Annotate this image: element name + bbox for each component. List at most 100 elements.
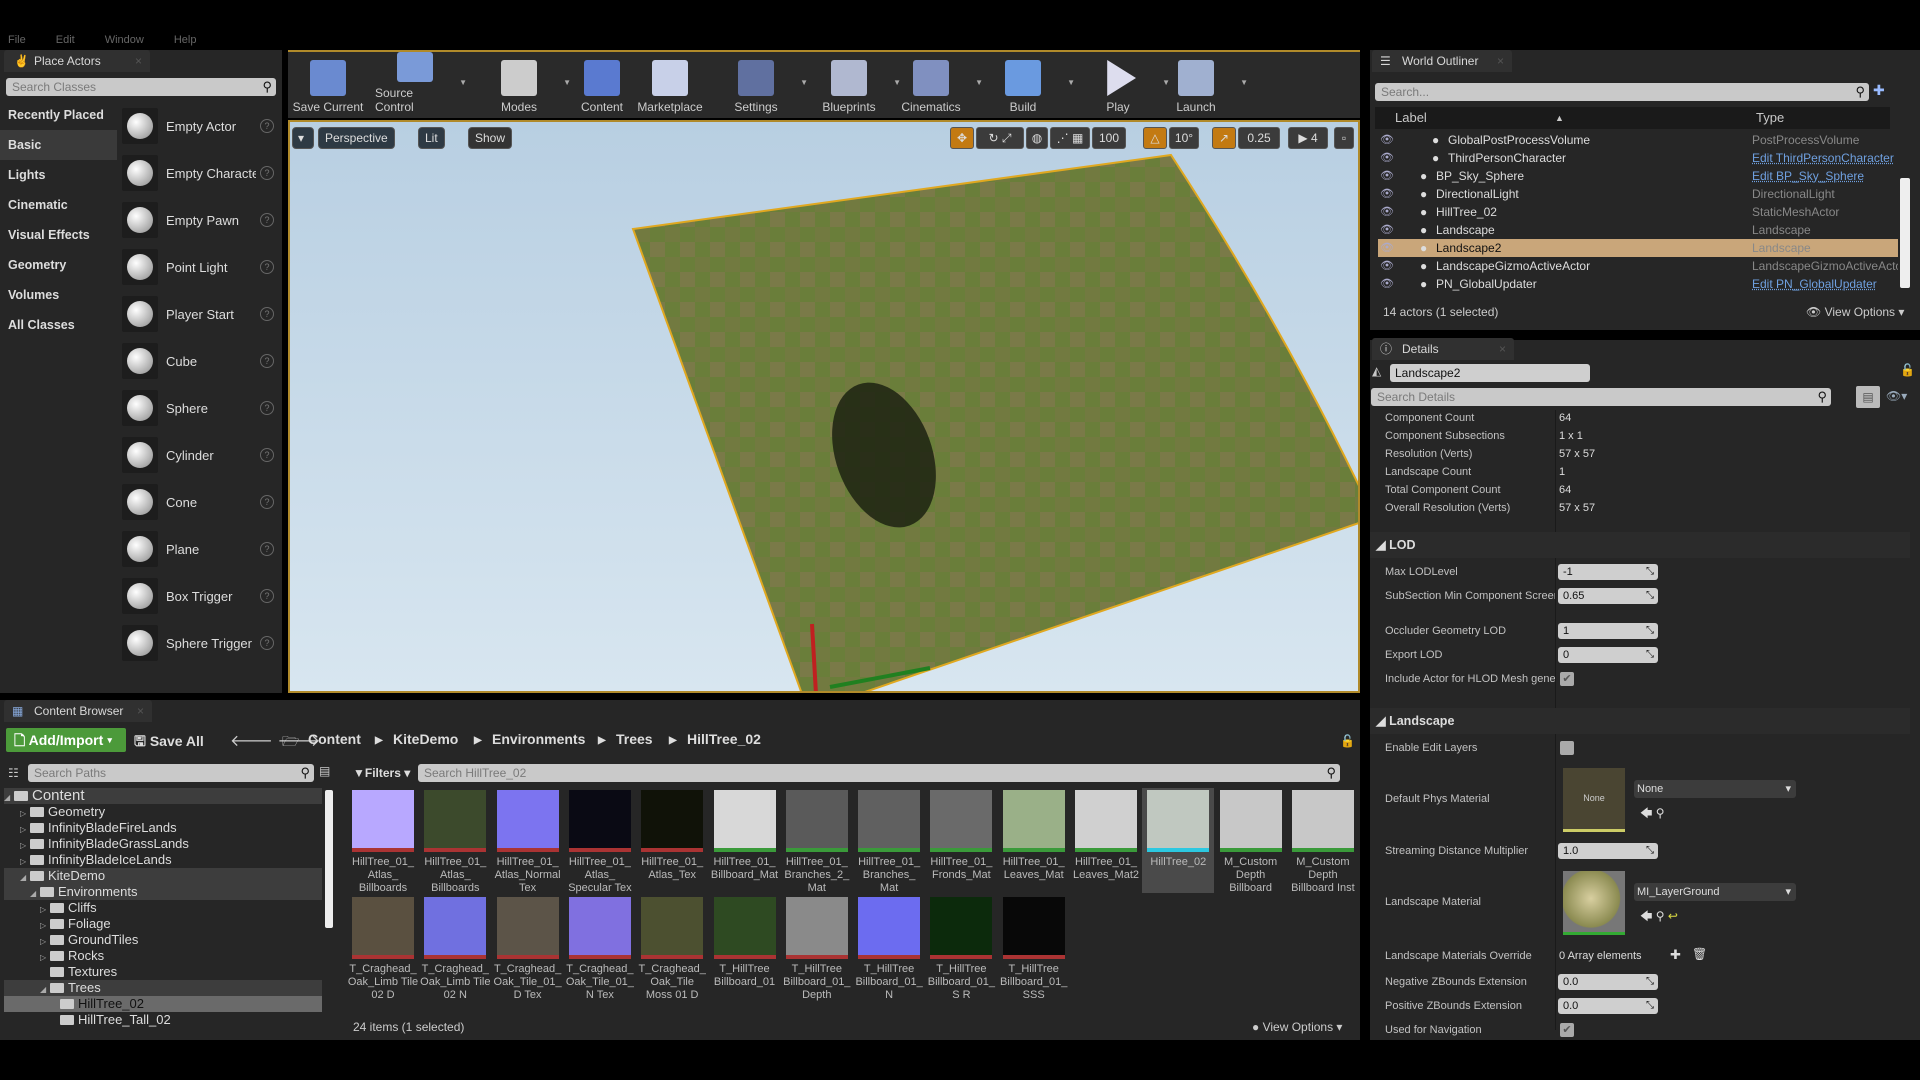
help-icon[interactable]: ? xyxy=(260,589,274,603)
modes-button[interactable]: Modes ▼ xyxy=(479,52,571,114)
folder-item[interactable]: ▷ Rocks xyxy=(4,948,104,964)
asset-tile[interactable]: M_Custom Depth Billboard xyxy=(1215,788,1287,894)
asset-tile[interactable]: T_Craghead_ Oak_Tile_01_ D Tex xyxy=(492,895,564,1007)
breadcrumb-item[interactable]: KiteDemo xyxy=(393,731,458,747)
help-icon[interactable]: ? xyxy=(260,213,274,227)
chevron-right-icon[interactable]: ▶ xyxy=(474,735,482,746)
outliner-row[interactable]: 👁 ● Landscape2 Landscape xyxy=(1378,239,1898,257)
outliner-scrollbar[interactable] xyxy=(1900,178,1910,288)
browse-icons[interactable]: 🡄 ⚲ ↩ xyxy=(1640,907,1678,928)
scale-snap-value[interactable]: 0.25 xyxy=(1238,127,1280,149)
asset-tile[interactable]: T_Craghead_ Oak_Tile_01_ N Tex xyxy=(564,895,636,1007)
folder-item[interactable]: ▷ InfinityBladeIceLands xyxy=(4,852,172,868)
edit-blueprint-link[interactable]: Edit ThirdPersonCharacter xyxy=(1752,149,1898,167)
folder-item[interactable]: ▷ Geometry xyxy=(4,804,105,820)
collapse-sources-icon[interactable]: ☷ xyxy=(8,766,19,780)
asset-tile[interactable]: HillTree_01_ Atlas_ Billboards xyxy=(347,788,419,894)
actor-item[interactable]: Cube? xyxy=(122,340,280,382)
landscape-material-dropdown[interactable]: MI_LayerGround ▾ xyxy=(1634,883,1796,901)
details-search-input[interactable]: Search Details ⚲ xyxy=(1371,388,1831,406)
menu-edit[interactable]: Edit xyxy=(56,34,75,46)
visibility-eye-icon[interactable]: 👁 xyxy=(1380,185,1394,203)
search-paths-input[interactable]: Search Paths ⚲ xyxy=(28,764,314,782)
breadcrumb-item[interactable]: HillTree_02 xyxy=(687,731,761,747)
visibility-eye-icon[interactable]: 👁 xyxy=(1380,167,1394,185)
close-icon[interactable]: × xyxy=(135,50,142,72)
help-icon[interactable]: ? xyxy=(260,354,274,368)
lock-icon[interactable]: 🔓 xyxy=(1340,734,1355,748)
hlod-checkbox[interactable]: ✔ xyxy=(1560,672,1574,686)
paths-scrollbar[interactable] xyxy=(325,790,333,928)
visibility-eye-icon[interactable]: 👁 xyxy=(1380,257,1394,275)
folder-item[interactable]: ▷ Foliage xyxy=(4,916,111,932)
folder-item[interactable]: ▷ GroundTiles xyxy=(4,932,138,948)
grid-snap-value[interactable]: 100 xyxy=(1092,127,1126,149)
viewport-options-button[interactable]: ▾ xyxy=(292,127,314,149)
lod-section-header[interactable]: ◢ LOD xyxy=(1370,532,1910,558)
phys-material-dropdown[interactable]: None ▾ xyxy=(1634,780,1796,798)
use-selected-arrow-icon[interactable]: 🡄 ⚲ xyxy=(1640,804,1665,825)
tab-place-actors[interactable]: ✌ Place Actors × xyxy=(4,50,150,72)
trash-icon[interactable]: 🗑 xyxy=(1692,947,1707,961)
outliner-search-input[interactable]: Search... ⚲ xyxy=(1375,83,1869,101)
visibility-eye-icon[interactable]: 👁 xyxy=(1380,149,1394,167)
marketplace-button[interactable]: Marketplace xyxy=(630,52,710,114)
asset-tile[interactable]: HillTree_01_ Atlas_ Billboards xyxy=(419,788,491,894)
actor-item[interactable]: Point Light? xyxy=(122,246,280,288)
asset-tile[interactable]: HillTree_01_ Branches_ Mat xyxy=(853,788,925,894)
asset-search-input[interactable]: Search HillTree_02 ⚲ xyxy=(418,764,1340,782)
export-lod-input[interactable]: 0 xyxy=(1558,647,1658,663)
asset-tile[interactable]: HillTree_01_ Leaves_Mat2 xyxy=(1070,788,1142,893)
outliner-row[interactable]: 👁 ● Landscape Landscape xyxy=(1378,221,1898,239)
help-icon[interactable]: ? xyxy=(260,636,274,650)
world-local-icon[interactable]: ◍ xyxy=(1026,127,1048,149)
asset-tile[interactable]: T_HillTree Billboard_01_ S R xyxy=(925,895,997,1007)
category-item[interactable]: Visual Effects xyxy=(0,220,117,250)
chevron-down-icon[interactable]: ▼ xyxy=(1240,78,1248,87)
category-item[interactable]: Lights xyxy=(0,160,117,190)
translate-tool-icon[interactable]: ✥ xyxy=(950,127,974,149)
asset-tile[interactable]: HillTree_02 xyxy=(1142,788,1215,893)
folder-item[interactable]: ◢ Environments xyxy=(4,884,322,900)
edit-blueprint-link[interactable]: Edit PN_GlobalUpdater xyxy=(1752,275,1898,293)
visibility-eye-icon[interactable]: 👁 xyxy=(1380,203,1394,221)
help-icon[interactable]: ? xyxy=(260,495,274,509)
category-item[interactable]: Basic xyxy=(0,130,117,160)
asset-tile[interactable]: T_HillTree Billboard_01_ SSS xyxy=(998,895,1070,1007)
folder-item[interactable]: ▷ InfinityBladeFireLands xyxy=(4,820,177,836)
visibility-filter-icon[interactable]: 👁▾ xyxy=(1886,389,1907,403)
folder-item[interactable]: Textures xyxy=(4,964,117,980)
view-menu-icon[interactable]: ▤ xyxy=(319,764,330,778)
folder-item[interactable]: ◢ KiteDemo xyxy=(4,868,322,884)
chevron-down-icon[interactable]: ▼ xyxy=(975,78,983,87)
category-item[interactable]: All Classes xyxy=(0,310,117,340)
cb-view-options-button[interactable]: ● View Options ▾ xyxy=(1252,1020,1342,1034)
lock-icon[interactable]: 🔓 xyxy=(1900,363,1915,377)
outliner-row[interactable]: 👁 ● BP_Sky_Sphere Edit BP_Sky_Sphere xyxy=(1378,167,1898,185)
edit-blueprint-link[interactable]: Edit BP_Sky_Sphere xyxy=(1752,167,1898,185)
asset-tile[interactable]: M_Custom Depth Billboard Inst xyxy=(1287,788,1359,894)
actor-item[interactable]: Plane? xyxy=(122,528,280,570)
asset-tile[interactable]: T_Craghead_ Oak_Limb Tile 02 N xyxy=(419,895,491,1007)
help-icon[interactable]: ? xyxy=(260,260,274,274)
tab-content-browser[interactable]: ▦ Content Browser × xyxy=(4,700,152,722)
max-lod-input[interactable]: -1 xyxy=(1558,564,1658,580)
landscape-section-header[interactable]: ◢ Landscape xyxy=(1370,708,1910,734)
actor-item[interactable]: Empty Actor? xyxy=(122,105,280,147)
category-item[interactable]: Recently Placed xyxy=(0,100,117,130)
asset-tile[interactable]: T_Craghead_ Oak_Limb Tile 02 D xyxy=(347,895,419,1007)
scale-snap-icon[interactable]: ↗ xyxy=(1212,127,1236,149)
chevron-down-icon[interactable]: ▼ xyxy=(800,78,808,87)
chevron-down-icon[interactable]: ▼ xyxy=(459,78,467,87)
close-icon[interactable]: × xyxy=(137,700,144,722)
neg-zbounds-input[interactable]: 0.0 xyxy=(1558,974,1658,990)
save-current-button[interactable]: Save Current xyxy=(288,52,368,114)
outliner-row[interactable]: 👁 ● PN_GlobalUpdater Edit PN_GlobalUpdater xyxy=(1378,275,1898,293)
menu-window[interactable]: Window xyxy=(105,34,144,46)
chevron-right-icon[interactable]: ▶ xyxy=(375,735,383,746)
tab-world-outliner[interactable]: ☰ World Outliner × xyxy=(1372,50,1512,72)
menu-help[interactable]: Help xyxy=(174,34,197,46)
visibility-eye-icon[interactable]: 👁 xyxy=(1380,239,1394,257)
close-icon[interactable]: × xyxy=(1497,50,1504,72)
help-icon[interactable]: ? xyxy=(260,401,274,415)
